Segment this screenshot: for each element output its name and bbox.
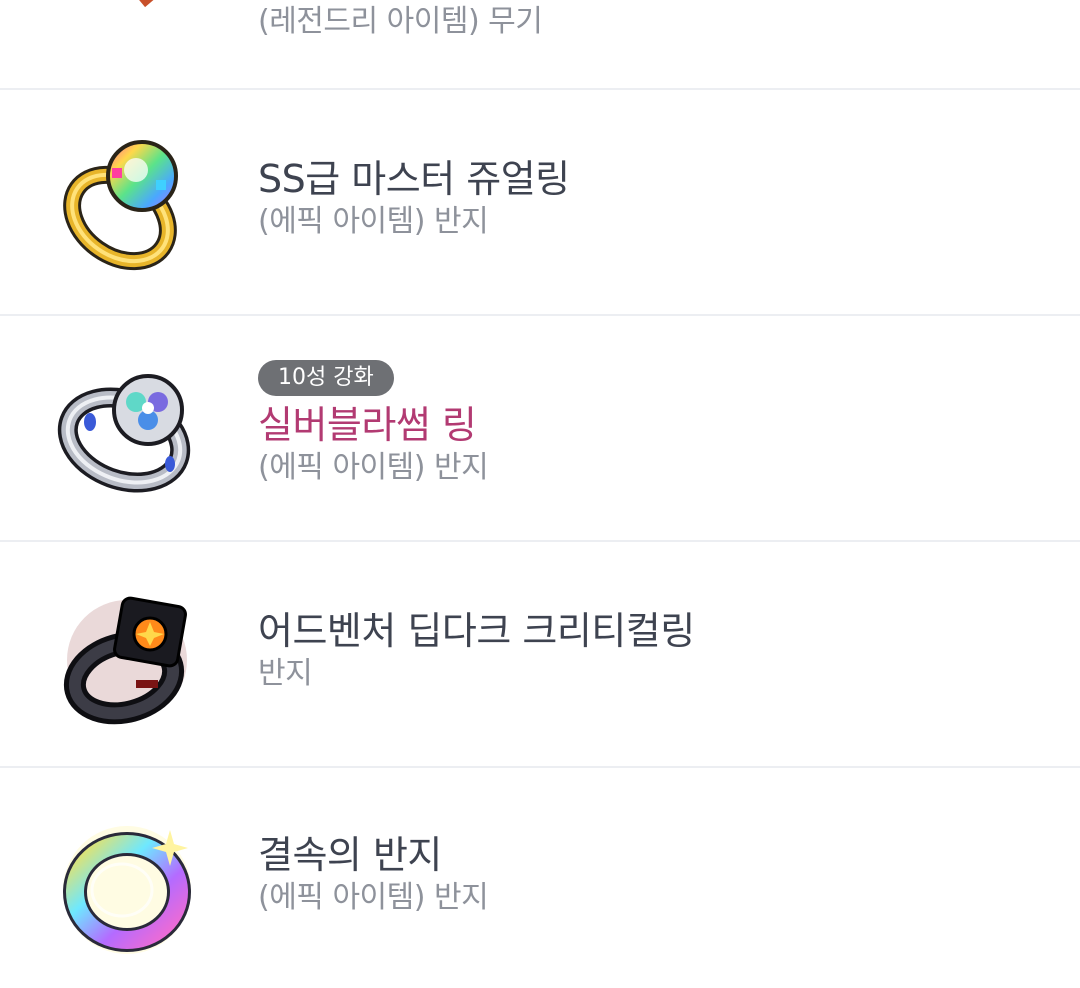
list-item-deep-dark-critical-ring[interactable]: 어드벤처 딥다크 크리티컬링 반지 [0, 542, 1080, 768]
list-item-weapon[interactable]: (레전드리 아이템) 무기 [0, 0, 1080, 90]
item-texts: 어드벤처 딥다크 크리티컬링 반지 [258, 608, 695, 694]
item-texts: SS급 마스터 쥬얼링 (에픽 아이템) 반지 [258, 156, 570, 242]
item-name: SS급 마스터 쥬얼링 [258, 157, 570, 201]
item-name: 결속의 반지 [258, 833, 442, 877]
dark-critical-ring-icon [52, 580, 202, 730]
item-grade-type: (레전드리 아이템) 무기 [258, 4, 543, 39]
item-texts: (레전드리 아이템) 무기 [258, 2, 543, 42]
rainbow-jewel-ring-icon [52, 128, 202, 278]
item-name: 실버블라썸 링 [258, 403, 477, 447]
item-texts: 10성 강화 실버블라썸 링 (에픽 아이템) 반지 [258, 360, 489, 488]
item-grade-type: 반지 [258, 656, 313, 691]
bond-ring-icon [52, 810, 202, 960]
item-name: 어드벤처 딥다크 크리티컬링 [258, 609, 695, 653]
list-item-ss-master-jewel-ring[interactable]: SS급 마스터 쥬얼링 (에픽 아이템) 반지 [0, 90, 1080, 316]
legendary-weapon-icon [52, 0, 202, 60]
item-grade-type: (에픽 아이템) 반지 [258, 204, 489, 239]
item-grade-type: (에픽 아이템) 반지 [258, 880, 489, 915]
item-grade-type: (에픽 아이템) 반지 [258, 450, 489, 485]
star-force-badge: 10성 강화 [258, 360, 394, 396]
list-item-silver-blossom-ring[interactable]: 10성 강화 실버블라썸 링 (에픽 아이템) 반지 [0, 316, 1080, 542]
equipment-item-list: (레전드리 아이템) 무기 SS급 마스터 쥬얼링 (에픽 아이템) 반지 10… [0, 0, 1080, 988]
silver-blossom-ring-icon [52, 352, 202, 502]
list-item-bond-ring[interactable]: 결속의 반지 (에픽 아이템) 반지 [0, 768, 1080, 988]
item-texts: 결속의 반지 (에픽 아이템) 반지 [258, 832, 489, 918]
